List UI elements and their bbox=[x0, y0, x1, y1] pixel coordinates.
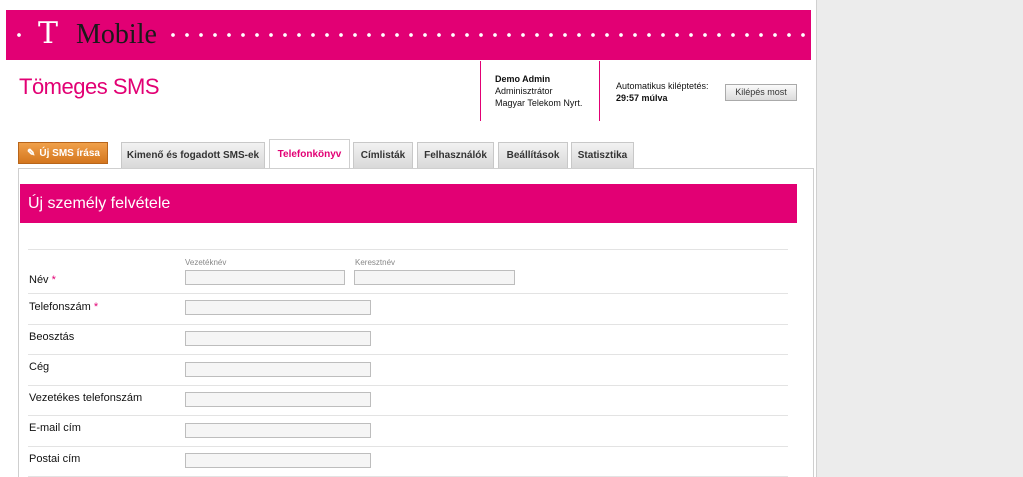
timeout-label: Automatikus kiléptetés: bbox=[616, 81, 709, 91]
first-name-input[interactable] bbox=[354, 270, 515, 285]
tab-sms-messages[interactable]: Kimenő és fogadott SMS-ek bbox=[121, 142, 265, 168]
row-divider bbox=[28, 293, 788, 294]
logout-button[interactable]: Kilépés most bbox=[725, 84, 797, 101]
new-sms-label: Új SMS írása bbox=[39, 148, 100, 159]
position-label: Beosztás bbox=[29, 331, 75, 343]
row-divider bbox=[28, 249, 788, 250]
user-name: Demo Admin bbox=[495, 74, 551, 84]
email-label: E-mail cím bbox=[29, 422, 81, 434]
row-divider bbox=[28, 354, 788, 355]
main-tabs: ✎ Új SMS írása Kimenő és fogadott SMS-ek … bbox=[18, 139, 812, 169]
header-divider bbox=[480, 61, 481, 121]
phone-label-text: Telefonszám bbox=[29, 301, 91, 313]
postal-address-label: Postai cím bbox=[29, 453, 81, 465]
landline-label: Vezetékes telefonszám bbox=[29, 392, 143, 404]
tab-users[interactable]: Felhasználók bbox=[417, 142, 494, 168]
company-label: Cég bbox=[29, 361, 50, 373]
row-divider bbox=[28, 324, 788, 325]
page: T Mobile Tömeges SMS Demo Admin Adminisz… bbox=[0, 0, 817, 477]
tab-statistics[interactable]: Statisztika bbox=[571, 142, 634, 168]
position-input[interactable] bbox=[185, 331, 371, 346]
phone-label: Telefonszám * bbox=[29, 301, 98, 313]
email-input[interactable] bbox=[185, 423, 371, 438]
section-title: Új személy felvétele bbox=[20, 184, 797, 223]
required-mark: * bbox=[93, 301, 99, 313]
user-company: Magyar Telekom Nyrt. bbox=[495, 98, 583, 108]
last-name-input[interactable] bbox=[185, 270, 345, 285]
tab-settings[interactable]: Beállítások bbox=[498, 142, 568, 168]
name-label-text: Név bbox=[29, 274, 49, 286]
tab-lists[interactable]: Címlisták bbox=[353, 142, 413, 168]
new-sms-button[interactable]: ✎ Új SMS írása bbox=[18, 142, 108, 164]
content-panel: Új személy felvétele Vezetéknév Keresztn… bbox=[18, 168, 814, 477]
name-label: Név * bbox=[29, 274, 56, 286]
first-name-sublabel: Keresztnév bbox=[355, 258, 396, 267]
app-title: Tömeges SMS bbox=[19, 74, 160, 99]
last-name-sublabel: Vezetéknév bbox=[185, 258, 227, 267]
t-mobile-logo[interactable]: T Mobile bbox=[26, 18, 161, 54]
landline-input[interactable] bbox=[185, 392, 371, 407]
user-role: Adminisztrátor bbox=[495, 86, 553, 96]
row-divider bbox=[28, 446, 788, 447]
header-divider bbox=[599, 61, 600, 121]
logo-t: T bbox=[26, 18, 73, 50]
row-divider bbox=[28, 385, 788, 386]
brand-header: T Mobile bbox=[6, 10, 811, 60]
required-mark: * bbox=[51, 274, 56, 286]
timeout-remaining: 29:57 múlva bbox=[616, 93, 668, 103]
row-divider bbox=[28, 415, 788, 416]
postal-address-input[interactable] bbox=[185, 453, 371, 468]
user-info: Demo Admin Adminisztrátor Magyar Telekom… bbox=[495, 73, 582, 109]
logo-name: Mobile bbox=[72, 18, 161, 52]
company-input[interactable] bbox=[185, 362, 371, 377]
tab-phonebook[interactable]: Telefonkönyv bbox=[269, 139, 350, 169]
pencil-icon: ✎ bbox=[27, 148, 36, 159]
phone-input[interactable] bbox=[185, 300, 371, 315]
session-timeout: Automatikus kiléptetés: 29:57 múlva bbox=[616, 80, 709, 104]
